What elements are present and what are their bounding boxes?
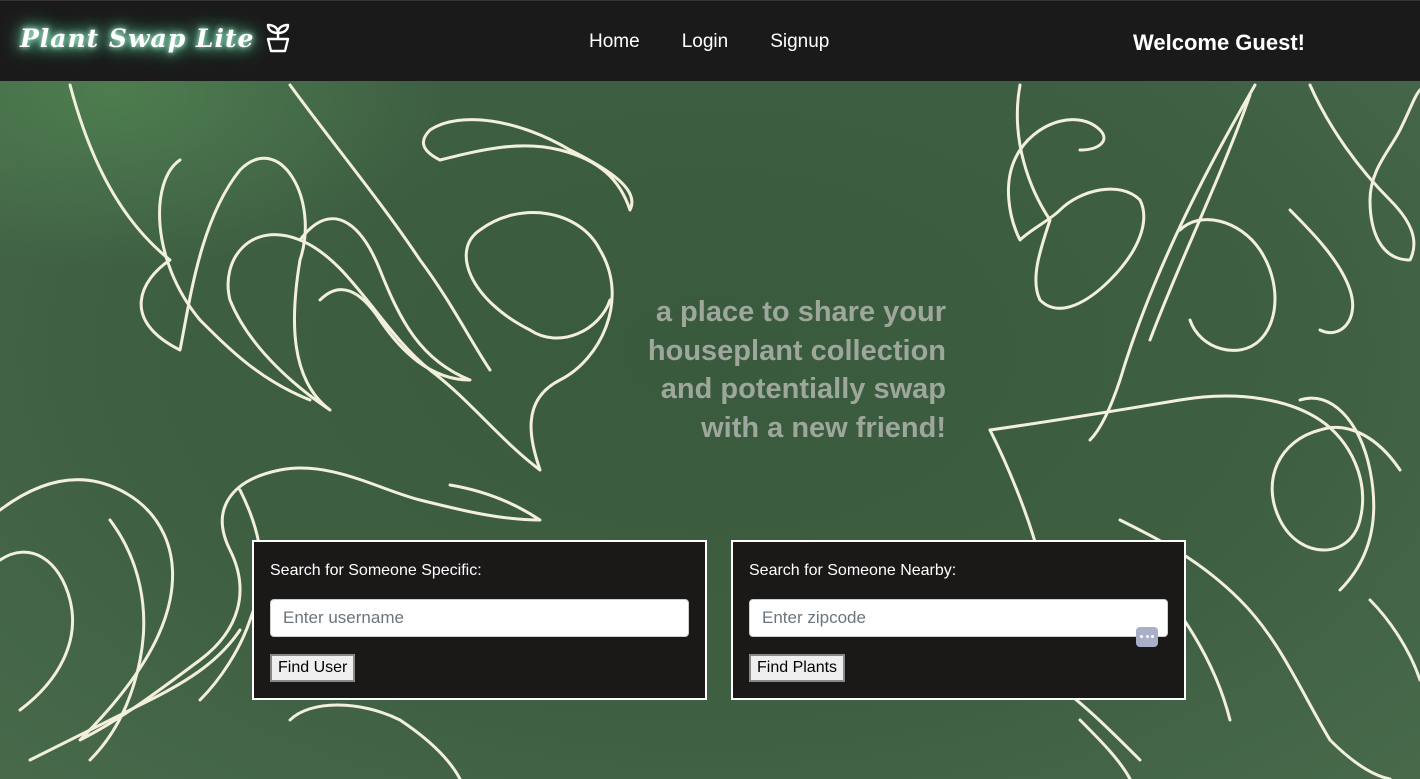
search-user-card: Search for Someone Specific: Find User [252, 540, 707, 700]
tagline-line: a place to share your [655, 296, 946, 328]
sprout-pot-icon [267, 23, 290, 53]
search-user-label: Search for Someone Specific: [270, 562, 482, 579]
nav-signup-link[interactable]: Signup [770, 31, 829, 53]
find-plants-button[interactable]: Find Plants [749, 654, 846, 682]
username-input[interactable] [270, 599, 689, 637]
tagline-line: with a new friend! [701, 411, 946, 444]
brand-name[interactable]: Plant Swap Lite [20, 24, 254, 53]
tagline-line: and potentially swap [660, 373, 946, 405]
welcome-message: Welcome Guest! [1133, 30, 1305, 55]
tagline-line: houseplant collection [647, 334, 946, 367]
zipcode-input[interactable] [749, 599, 1168, 637]
search-nearby-label: Search for Someone Nearby: [749, 562, 957, 579]
tagline: a place to share your houseplant collect… [600, 293, 946, 447]
keypad-icon[interactable] [1136, 627, 1158, 647]
nav-home-link[interactable]: Home [589, 31, 640, 53]
find-user-button[interactable]: Find User [270, 654, 356, 682]
brand[interactable]: Plant Swap Lite [20, 23, 292, 53]
nav-login-link[interactable]: Login [682, 31, 729, 53]
search-nearby-card: Search for Someone Nearby: Find Plants [731, 540, 1186, 700]
nav-links: Home Login Signup [589, 31, 871, 53]
navbar: Plant Swap Lite Home Login Signup Welcom… [0, 0, 1420, 81]
zipcode-input-wrap [749, 599, 1168, 647]
